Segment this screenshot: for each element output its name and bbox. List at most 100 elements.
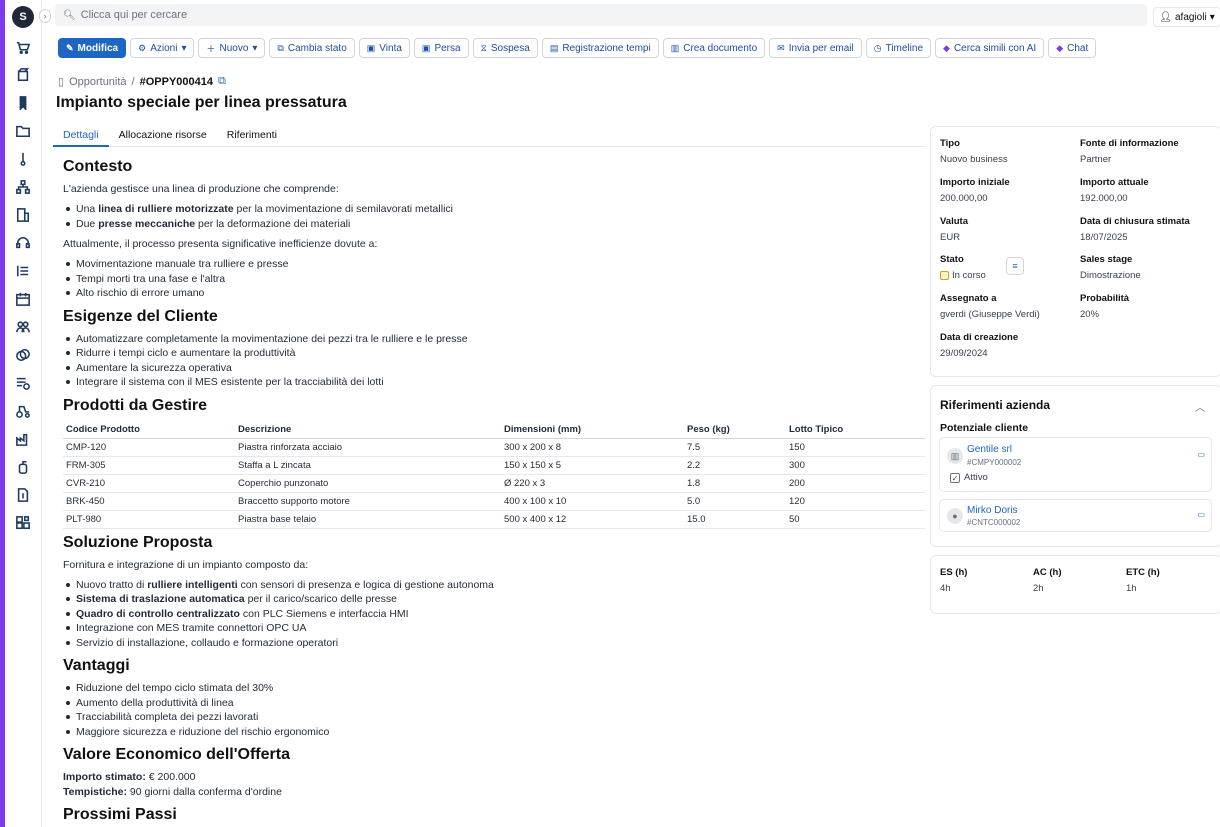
cart-icon[interactable] <box>15 40 31 56</box>
list-item: Alto rischio di errore umano <box>63 286 925 301</box>
won-button[interactable]: ▣ Vinta <box>358 38 410 58</box>
bullet-list: Una linea di rulliere motorizzate per la… <box>63 202 925 231</box>
new-dropdown[interactable]: ＋ Nuovo ▾ <box>198 38 266 58</box>
hierarchy-icon[interactable] <box>15 179 31 195</box>
page-title: Impianto speciale per linea pressatura <box>56 94 347 111</box>
chat-button[interactable]: ◆ Chat <box>1048 38 1097 58</box>
tractor-icon[interactable] <box>15 403 31 419</box>
breadcrumb-separator: / <box>131 75 135 88</box>
table-cell: Piastra rinforzata acciaio <box>235 438 501 457</box>
list-item: Riduzione del tempo ciclo stimata del 30… <box>63 681 925 696</box>
paragraph: L'azienda gestisce una linea di produzio… <box>63 183 339 195</box>
list-item: Una linea di rulliere motorizzate per la… <box>63 202 925 217</box>
mail-icon: ✉ <box>777 42 785 53</box>
table-cell: PLT-980 <box>63 510 235 529</box>
list-item: Tracciabilità completa dei pezzi lavorat… <box>63 710 925 725</box>
state-history-button[interactable]: ≡ <box>1006 257 1024 275</box>
edit-button[interactable]: ✎ Modifica <box>58 38 127 58</box>
paragraph: Fornitura e integrazione di un impianto … <box>63 558 309 571</box>
tab-details[interactable]: Dettagli <box>53 125 109 147</box>
search-icon: 🔍︎ <box>63 9 76 21</box>
hours-card: ES (h) 4h AC (h) 2h ETC (h) 1h <box>930 555 1220 614</box>
list-item: Quadro di controllo centralizzato con PL… <box>63 607 925 622</box>
field-source: Fonte di informazione Partner <box>1080 138 1179 165</box>
chevron-down-icon: ▾ <box>181 42 187 54</box>
ai-search-button[interactable]: ◆ Cerca simili con AI <box>935 38 1045 58</box>
table-row: PLT-980 Piastra base telaio 500 x 400 x 12… <box>63 510 925 529</box>
check-icon: ✓ <box>950 472 960 483</box>
list-icon[interactable] <box>15 263 31 279</box>
field-creation-date: Data di creazione 29/09/2024 <box>940 332 1019 359</box>
search-input[interactable]: Clicca qui per cercare <box>81 9 187 21</box>
timeline-button[interactable]: ◷ Timeline <box>865 38 932 58</box>
details-card: Tipo Nuovo business Fonte di informazione… <box>930 126 1220 377</box>
bullet-list: Movimentazione manuale tra rulliere e pr… <box>63 257 925 301</box>
invoice-icon[interactable] <box>15 487 31 503</box>
details-content: Contesto L'azienda gestisce una linea di… <box>63 157 925 827</box>
lost-label: Persa <box>434 42 461 54</box>
thermometer-icon[interactable] <box>15 151 31 167</box>
send-email-button[interactable]: ✉ Invia per email <box>769 38 862 58</box>
headset-icon[interactable] <box>15 235 31 251</box>
folder-icon[interactable] <box>15 123 31 139</box>
bookmark-icon[interactable] <box>15 95 31 111</box>
sidebar-toggle-button[interactable]: › <box>39 9 51 23</box>
widgets-icon[interactable] <box>15 515 31 531</box>
chevron-up-icon[interactable]: ︿ <box>1195 399 1205 414</box>
company-reference[interactable]: ▥ Gentile srl #CMPY000002 ▭ ✓ Attivo <box>939 437 1212 492</box>
document-icon: ▯ <box>58 76 65 88</box>
table-cell: Piastra base telaio <box>235 510 501 529</box>
send-email-label: Invia per email <box>788 42 854 54</box>
lost-button[interactable]: ▣ Persa <box>413 38 469 58</box>
field-type: Tipo Nuovo business <box>940 138 1008 165</box>
table-cell: 300 x 200 x 8 <box>501 438 684 457</box>
breadcrumb-parent[interactable]: Opportunità <box>69 76 126 88</box>
sidebar: S › <box>5 0 51 827</box>
building-icon: ▥ <box>947 448 963 464</box>
list-item: Integrazione con MES tramite connettori … <box>63 621 925 636</box>
field-state: Stato In corso ≡ <box>940 254 1030 281</box>
copy-icon[interactable]: ⧉ <box>218 75 226 88</box>
won-label: Vinta <box>379 42 402 54</box>
extinguisher-icon[interactable] <box>15 459 31 475</box>
time-tracking-button[interactable]: ▤ Registrazione tempi <box>541 38 659 58</box>
section-heading: Vantaggi <box>63 657 130 674</box>
monitor-icon[interactable]: ▭ <box>1197 510 1205 519</box>
calendar-icon[interactable] <box>15 291 31 307</box>
actions-dropdown[interactable]: ⚙ Azioni ▾ <box>130 38 195 58</box>
list-item: Sistema di traslazione automatica per il… <box>63 592 925 607</box>
contact-reference[interactable]: ● Mirko Doris #CNTC000002 ▭ <box>939 499 1212 532</box>
table-cell: CVR-210 <box>63 474 235 493</box>
section-heading: Prodotti da Gestire <box>63 396 208 414</box>
create-document-button[interactable]: ▥ Crea documento <box>662 38 766 58</box>
search-bar[interactable]: 🔍︎ Clicca qui per cercare <box>55 4 1147 26</box>
bullet-list: Riduzione del tempo ciclo stimata del 30… <box>63 681 925 739</box>
tab-resource-allocation[interactable]: Allocazione risorse <box>109 125 217 147</box>
tab-references[interactable]: Riferimenti <box>217 125 287 147</box>
factory-icon[interactable] <box>15 431 31 447</box>
gear-icon: ⚙ <box>138 42 147 53</box>
building-icon[interactable] <box>15 207 31 223</box>
box-icon[interactable] <box>15 67 31 83</box>
time-tracking-label: Registrazione tempi <box>562 42 651 54</box>
contact-name[interactable]: Mirko Doris <box>967 505 1018 516</box>
list-item: Tempi morti tra una fase e l'altra <box>63 272 925 287</box>
list-item: Automatizzare completamente la movimenta… <box>63 332 925 347</box>
monitor-icon[interactable]: ▭ <box>1197 450 1205 459</box>
task-list-icon[interactable] <box>15 375 31 391</box>
users-icon[interactable] <box>15 319 31 335</box>
chevron-down-icon: ▾ <box>1209 11 1215 23</box>
tab-bar: Dettagli Allocazione risorse Riferimenti <box>53 125 925 147</box>
paragraph: Importo stimato: € 200.000 <box>63 771 196 783</box>
table-row: BRK-450 Braccetto supporto motore 400 x 10… <box>63 492 925 511</box>
coins-icon[interactable] <box>15 347 31 363</box>
suspended-button[interactable]: ⧖ Sospesa <box>472 38 538 58</box>
app-logo[interactable]: S <box>12 6 34 28</box>
list-item: Ridurre i tempi ciclo e aumentare la pro… <box>63 346 925 361</box>
table-cell: 200 <box>786 474 925 493</box>
record-code: #OPPY000414 <box>139 75 213 88</box>
user-menu[interactable]: 👤︎ afagioli ▾ <box>1153 7 1220 27</box>
field-current-amount: Importo attuale 192.000,00 <box>1080 177 1149 204</box>
company-name[interactable]: Gentile srl <box>967 444 1012 455</box>
change-state-button[interactable]: ⧉ Cambia stato <box>269 38 355 58</box>
